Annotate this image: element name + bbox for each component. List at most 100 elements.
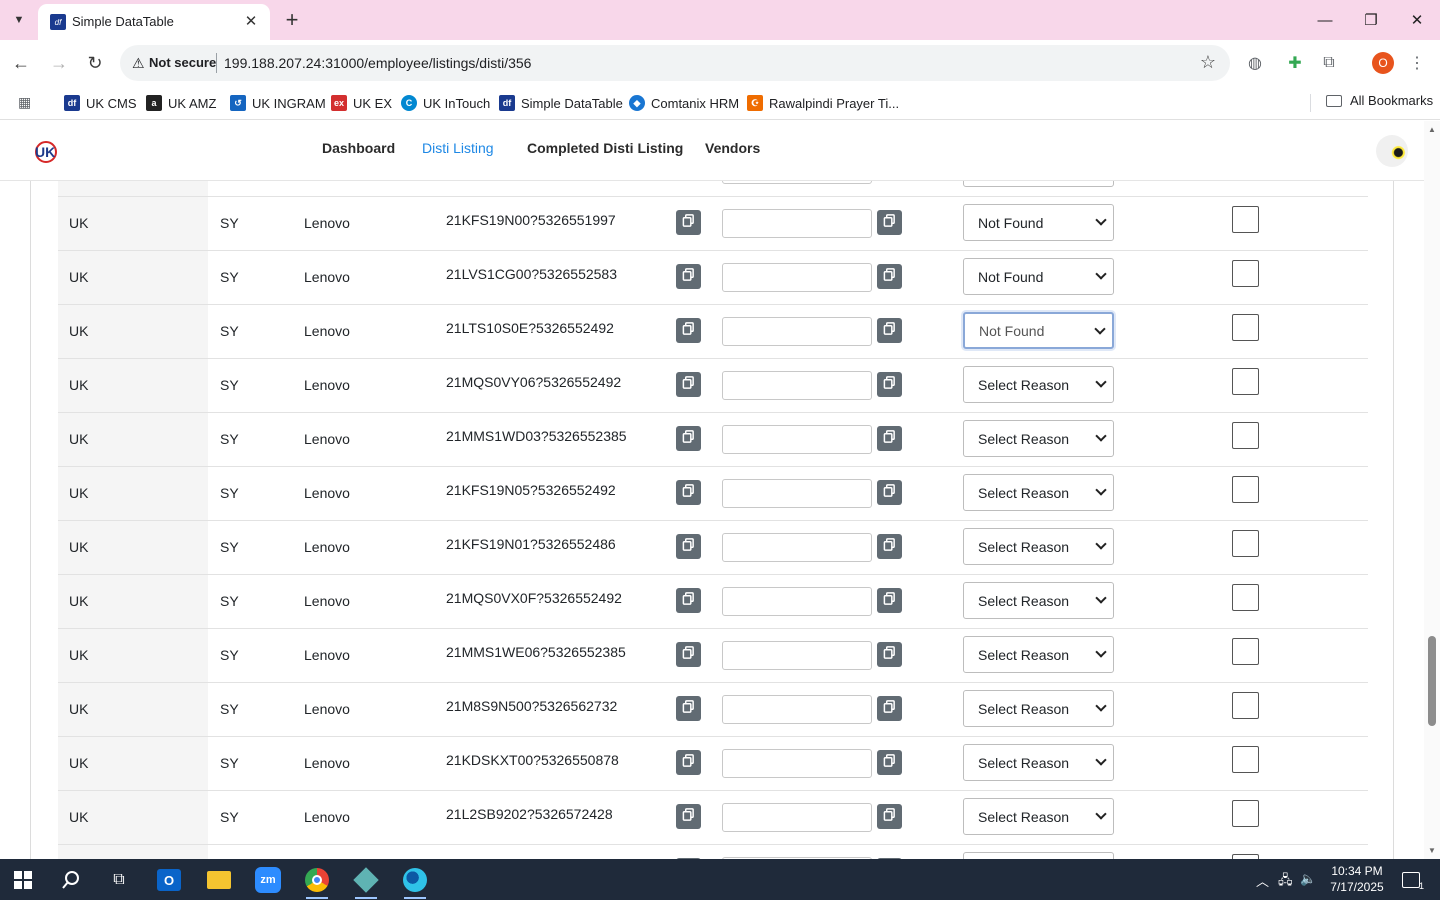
copy-sku-button[interactable]	[676, 588, 701, 613]
tab-search-icon[interactable]: ▼	[6, 8, 32, 32]
reason-select[interactable]: Select Reason	[963, 582, 1114, 619]
link-input[interactable]	[722, 209, 872, 238]
reason-select[interactable]: Select Reason	[963, 744, 1114, 781]
taskbar-clock[interactable]: 10:34 PM 7/17/2025	[1322, 863, 1392, 895]
forward-icon[interactable]: →	[46, 50, 72, 76]
file-explorer-icon[interactable]	[202, 863, 236, 897]
extension-add-icon[interactable]: ✚	[1284, 52, 1306, 74]
paste-link-button[interactable]	[877, 372, 902, 397]
copy-sku-button[interactable]	[676, 210, 701, 235]
address-bar[interactable]: ⚠ Not secure 199.188.207.24:31000/employ…	[120, 45, 1230, 81]
row-checkbox[interactable]	[1232, 746, 1259, 773]
reason-select[interactable]: Not Found	[963, 204, 1114, 241]
link-input[interactable]	[722, 587, 872, 616]
menu-kebab-icon[interactable]: ⋮	[1406, 52, 1428, 74]
reason-select[interactable]: Select Reason	[963, 420, 1114, 457]
bookmark-uk-cms[interactable]: df UK CMS	[64, 93, 137, 113]
reason-select[interactable]: Select Reason	[963, 852, 1114, 859]
copy-sku-button[interactable]	[676, 372, 701, 397]
copy-sku-button[interactable]	[676, 804, 701, 829]
app-diamond-icon[interactable]	[349, 863, 383, 899]
chrome-icon[interactable]	[300, 863, 334, 899]
link-input[interactable]	[722, 181, 872, 184]
extensions-puzzle-icon[interactable]: ⧉	[1318, 52, 1340, 74]
edge-icon[interactable]	[398, 863, 432, 899]
link-input[interactable]	[722, 749, 872, 778]
reason-select[interactable]: Select Reason	[963, 528, 1114, 565]
url-text[interactable]: 199.188.207.24:31000/employee/listings/d…	[224, 55, 531, 71]
scroll-up-icon[interactable]: ▲	[1428, 125, 1436, 134]
paste-link-button[interactable]	[877, 426, 902, 451]
reason-select[interactable]: Select Reason	[963, 366, 1114, 403]
bookmark-rawalpindi-prayer[interactable]: ☪ Rawalpindi Prayer Ti...	[747, 93, 899, 113]
copy-sku-button[interactable]	[676, 480, 701, 505]
bookmark-uk-intouch[interactable]: C UK InTouch	[401, 93, 490, 113]
reason-select[interactable]: Select Reason	[963, 474, 1114, 511]
row-checkbox[interactable]	[1232, 800, 1259, 827]
row-checkbox[interactable]	[1232, 692, 1259, 719]
link-input[interactable]	[722, 803, 872, 832]
bookmark-simple-datatable[interactable]: df Simple DataTable	[499, 93, 623, 113]
paste-link-button[interactable]	[877, 588, 902, 613]
row-checkbox[interactable]	[1232, 584, 1259, 611]
network-icon[interactable]: 🖧	[1278, 871, 1293, 893]
task-view-icon[interactable]: ⧉	[102, 863, 136, 897]
bookmark-uk-ex[interactable]: ex UK EX	[331, 93, 392, 113]
new-tab-icon[interactable]: +	[280, 8, 304, 32]
reason-select[interactable]: Not Found	[963, 312, 1114, 349]
outlook-icon[interactable]: O	[152, 863, 186, 897]
paste-link-button[interactable]	[877, 696, 902, 721]
bookmark-star-icon[interactable]: ☆	[1200, 52, 1216, 73]
reload-icon[interactable]: ↻	[82, 50, 108, 76]
all-bookmarks-button[interactable]: All Bookmarks	[1326, 93, 1433, 108]
minimize-icon[interactable]: —	[1302, 6, 1348, 34]
reason-select[interactable]: Select Reason	[963, 798, 1114, 835]
row-checkbox[interactable]	[1232, 530, 1259, 557]
link-input[interactable]	[722, 263, 872, 292]
reason-select[interactable]: Select Reason	[963, 181, 1114, 187]
copy-sku-button[interactable]	[676, 642, 701, 667]
nav-disti-listing[interactable]: Disti Listing	[422, 140, 494, 156]
notification-icon[interactable]: 1	[1394, 863, 1428, 897]
link-input[interactable]	[722, 479, 872, 508]
copy-sku-button[interactable]	[676, 318, 701, 343]
scroll-down-icon[interactable]: ▼	[1428, 846, 1436, 855]
copy-sku-button[interactable]	[676, 696, 701, 721]
copy-sku-button[interactable]	[676, 750, 701, 775]
paste-link-button[interactable]	[877, 264, 902, 289]
tray-chevron-icon[interactable]: ︿	[1256, 871, 1269, 890]
scrollbar-thumb[interactable]	[1428, 636, 1436, 726]
link-input[interactable]	[722, 533, 872, 562]
uk-logo-icon[interactable]: UK	[32, 139, 58, 165]
row-checkbox[interactable]	[1232, 476, 1259, 503]
row-checkbox[interactable]	[1232, 314, 1259, 341]
user-avatar[interactable]	[1376, 135, 1408, 167]
restore-icon[interactable]: ❐	[1348, 6, 1394, 34]
row-checkbox[interactable]	[1232, 638, 1259, 665]
nav-vendors[interactable]: Vendors	[705, 140, 760, 156]
row-checkbox[interactable]	[1232, 206, 1259, 233]
profile-avatar[interactable]: O	[1372, 52, 1394, 74]
paste-link-button[interactable]	[877, 480, 902, 505]
reason-select[interactable]: Not Found	[963, 258, 1114, 295]
link-input[interactable]	[722, 317, 872, 346]
vertical-scrollbar[interactable]: ▲ ▼	[1424, 121, 1440, 859]
nav-dashboard[interactable]: Dashboard	[322, 140, 395, 156]
start-icon[interactable]	[6, 863, 40, 897]
nav-completed-disti-listing[interactable]: Completed Disti Listing	[527, 140, 683, 156]
paste-link-button[interactable]	[877, 750, 902, 775]
reason-select[interactable]: Select Reason	[963, 690, 1114, 727]
browser-tab[interactable]: df Simple DataTable ✕	[38, 4, 270, 40]
row-checkbox[interactable]	[1232, 368, 1259, 395]
close-window-icon[interactable]: ✕	[1394, 6, 1440, 34]
row-checkbox[interactable]	[1232, 260, 1259, 287]
back-icon[interactable]: ←	[8, 50, 34, 76]
paste-link-button[interactable]	[877, 534, 902, 559]
copy-sku-button[interactable]	[676, 426, 701, 451]
paste-link-button[interactable]	[877, 318, 902, 343]
translate-icon[interactable]: ◍	[1244, 52, 1266, 74]
paste-link-button[interactable]	[877, 804, 902, 829]
link-input[interactable]	[722, 425, 872, 454]
volume-icon[interactable]: 🔈	[1300, 871, 1316, 887]
copy-sku-button[interactable]	[676, 264, 701, 289]
